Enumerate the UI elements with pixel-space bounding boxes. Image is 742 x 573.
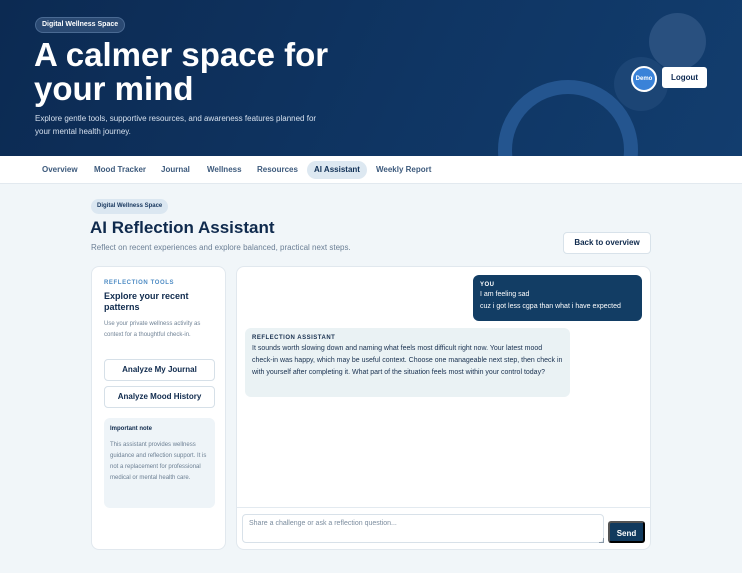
nav-item-resources[interactable]: Resources bbox=[250, 161, 305, 179]
nav-item-ai-assistant[interactable]: AI Assistant bbox=[307, 161, 367, 179]
hero-badge: Digital Wellness Space bbox=[35, 17, 126, 33]
analyze-journal-button[interactable]: Analyze My Journal bbox=[104, 359, 215, 381]
main-nav: Overview Mood Tracker Journal Wellness R… bbox=[0, 156, 742, 184]
chat-panel: YOU I am feeling sad cuz i got less cgpa… bbox=[236, 266, 651, 550]
hero-title: A calmer space for your mind bbox=[34, 36, 329, 107]
hero-subtitle: Explore gentle tools, supportive resourc… bbox=[35, 114, 317, 136]
message-text: It sounds worth slowing down and naming … bbox=[252, 345, 563, 376]
page-subtitle: Reflect on recent experiences and explor… bbox=[91, 243, 351, 252]
resize-grip-icon[interactable] bbox=[599, 538, 604, 543]
important-note-box: Important note This assistant provides w… bbox=[104, 418, 215, 508]
logout-button[interactable]: Logout bbox=[662, 67, 707, 88]
tools-description: Use your private wellness activity as co… bbox=[104, 321, 201, 338]
nav-item-weekly-report[interactable]: Weekly Report bbox=[369, 161, 438, 179]
page-badge: Digital Wellness Space bbox=[91, 199, 169, 214]
send-button[interactable]: Send bbox=[608, 521, 645, 543]
nav-item-wellness[interactable]: Wellness bbox=[200, 161, 249, 179]
nav-item-mood-tracker[interactable]: Mood Tracker bbox=[87, 161, 153, 179]
user-avatar[interactable]: Demo bbox=[631, 66, 657, 92]
hero-banner: Digital Wellness Space A calmer space fo… bbox=[0, 0, 742, 156]
message-sender: YOU bbox=[480, 282, 495, 288]
note-text: This assistant provides wellness guidanc… bbox=[110, 442, 207, 481]
reflection-question-input[interactable]: Share a challenge or ask a reflection qu… bbox=[242, 514, 604, 543]
composer-divider bbox=[237, 507, 650, 508]
tools-title: Explore your recent patterns bbox=[104, 291, 189, 312]
reflection-tools-panel: REFLECTION TOOLS Explore your recent pat… bbox=[91, 266, 226, 550]
page-title: AI Reflection Assistant bbox=[90, 218, 275, 237]
message-sender: REFLECTION ASSISTANT bbox=[252, 335, 336, 341]
back-to-overview-button[interactable]: Back to overview bbox=[563, 232, 651, 254]
user-message: YOU I am feeling sad cuz i got less cgpa… bbox=[473, 275, 642, 321]
message-line: I am feeling sad bbox=[480, 291, 530, 298]
note-title: Important note bbox=[110, 426, 152, 432]
message-line: cuz i got less cgpa than what i have exp… bbox=[480, 303, 621, 310]
nav-item-overview[interactable]: Overview bbox=[35, 161, 85, 179]
nav-item-journal[interactable]: Journal bbox=[154, 161, 197, 179]
assistant-message: REFLECTION ASSISTANT It sounds worth slo… bbox=[245, 328, 570, 397]
analyze-mood-history-button[interactable]: Analyze Mood History bbox=[104, 386, 215, 408]
decorative-circle bbox=[649, 13, 706, 70]
tools-section-label: REFLECTION TOOLS bbox=[104, 280, 175, 286]
